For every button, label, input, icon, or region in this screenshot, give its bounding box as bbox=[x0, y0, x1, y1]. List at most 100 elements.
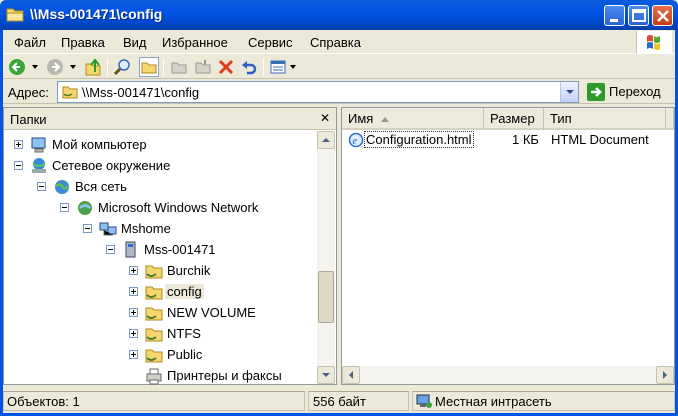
maximize-button[interactable] bbox=[628, 5, 649, 26]
folders-vertical-scrollbar[interactable] bbox=[317, 131, 335, 384]
column-header-type[interactable]: Тип bbox=[544, 108, 666, 130]
tree-item[interactable]: Принтеры и факсы bbox=[4, 366, 314, 386]
column-header-name[interactable]: Имя bbox=[342, 108, 484, 130]
title-bar: \\Mss-001471\config bbox=[0, 0, 678, 30]
entire-network-icon bbox=[53, 178, 71, 196]
forward-dropdown-icon[interactable] bbox=[70, 65, 76, 69]
collapse-icon[interactable] bbox=[14, 161, 23, 170]
tree-item-label: Mshome bbox=[121, 221, 171, 236]
expand-icon[interactable] bbox=[129, 266, 138, 275]
tree-item-label: Microsoft Windows Network bbox=[98, 200, 259, 215]
scroll-right-button[interactable] bbox=[656, 366, 674, 384]
expand-icon[interactable] bbox=[129, 287, 138, 296]
tree-item-label: Сетевое окружение bbox=[52, 158, 171, 173]
tree-item[interactable]: Mshome bbox=[4, 219, 314, 239]
status-size-pane: 556 байт bbox=[308, 391, 409, 411]
close-button[interactable] bbox=[652, 5, 673, 26]
collapse-icon[interactable] bbox=[60, 203, 69, 212]
address-dropdown-button[interactable] bbox=[560, 82, 578, 102]
search-icon[interactable] bbox=[113, 57, 133, 77]
undo-icon[interactable] bbox=[239, 57, 259, 77]
folders-title: Папки bbox=[10, 112, 47, 127]
tree-item[interactable]: Сетевое окружение bbox=[4, 156, 314, 176]
folder-icon bbox=[6, 6, 24, 22]
back-dropdown-icon[interactable] bbox=[32, 65, 38, 69]
files-horizontal-scrollbar[interactable] bbox=[342, 366, 674, 384]
expand-icon[interactable] bbox=[129, 350, 138, 359]
file-type: HTML Document bbox=[551, 132, 649, 147]
column-header-filler bbox=[666, 108, 674, 130]
printers-icon bbox=[145, 367, 163, 385]
collapse-icon[interactable] bbox=[106, 245, 115, 254]
windows-logo-icon bbox=[636, 31, 672, 54]
status-objects-pane: Объектов: 1 bbox=[3, 391, 305, 411]
go-arrow-icon bbox=[587, 83, 605, 101]
tree-item[interactable]: Мой компьютер bbox=[4, 135, 314, 155]
address-value[interactable]: \\Mss-001471\config bbox=[82, 85, 199, 100]
tree-item[interactable]: NTFS bbox=[4, 324, 314, 344]
tree-item[interactable]: Public bbox=[4, 345, 314, 365]
share-folder-icon bbox=[145, 346, 163, 364]
views-dropdown-icon[interactable] bbox=[290, 65, 296, 69]
share-folder-icon bbox=[62, 85, 78, 99]
file-name[interactable]: Configuration.html bbox=[364, 131, 474, 148]
workgroup-icon bbox=[99, 220, 117, 238]
address-bar: Адрес: \\Mss-001471\config Переход bbox=[3, 80, 675, 104]
file-size: 1 КБ bbox=[512, 132, 539, 147]
tree-item[interactable]: config bbox=[4, 282, 314, 302]
collapse-icon[interactable] bbox=[83, 224, 92, 233]
file-row[interactable]: e Configuration.html 1 КБ HTML Document bbox=[346, 131, 666, 149]
menu-file[interactable]: Файл bbox=[14, 35, 46, 50]
computer-icon bbox=[122, 241, 140, 259]
minimize-button[interactable] bbox=[604, 5, 625, 26]
tree-item-label: Mss-001471 bbox=[144, 242, 216, 257]
close-icon[interactable]: ✕ bbox=[318, 111, 332, 125]
window-title: \\Mss-001471\config bbox=[30, 6, 163, 22]
tree-item[interactable]: NEW VOLUME bbox=[4, 303, 314, 323]
expand-icon[interactable] bbox=[129, 308, 138, 317]
address-label: Адрес: bbox=[8, 85, 49, 100]
up-icon[interactable] bbox=[83, 57, 103, 77]
toolbar bbox=[3, 55, 675, 79]
scroll-left-button[interactable] bbox=[342, 366, 360, 384]
forward-icon[interactable] bbox=[45, 57, 65, 77]
share-folder-icon bbox=[145, 262, 163, 280]
tree-item[interactable]: Burchik bbox=[4, 261, 314, 281]
views-icon[interactable] bbox=[269, 57, 289, 77]
move-to-icon[interactable] bbox=[169, 57, 189, 77]
column-header-size[interactable]: Размер bbox=[484, 108, 544, 130]
network-places-icon bbox=[30, 157, 48, 175]
expand-icon[interactable] bbox=[14, 140, 23, 149]
tree-item[interactable]: Microsoft Windows Network bbox=[4, 198, 314, 218]
back-icon[interactable] bbox=[7, 57, 27, 77]
tree-item[interactable]: Mss-001471 bbox=[4, 240, 314, 260]
copy-to-icon[interactable] bbox=[193, 57, 213, 77]
tree-item-label: config bbox=[165, 284, 204, 299]
scroll-thumb[interactable] bbox=[318, 271, 334, 323]
svg-text:e: e bbox=[353, 136, 358, 147]
files-pane: Имя Размер Тип e Configuration.html 1 КБ… bbox=[341, 107, 675, 385]
menu-help[interactable]: Справка bbox=[310, 35, 361, 50]
share-folder-icon bbox=[145, 283, 163, 301]
scroll-up-button[interactable] bbox=[317, 131, 335, 149]
tree-item-label: Мой компьютер bbox=[52, 137, 147, 152]
menu-view[interactable]: Вид bbox=[123, 35, 147, 50]
tree-item-label: Вся сеть bbox=[75, 179, 127, 194]
menu-favorites[interactable]: Избранное bbox=[162, 35, 228, 50]
address-field[interactable]: \\Mss-001471\config bbox=[57, 81, 579, 103]
collapse-icon[interactable] bbox=[37, 182, 46, 191]
menu-edit[interactable]: Правка bbox=[61, 35, 105, 50]
folders-header: Папки ✕ bbox=[4, 108, 336, 130]
tree-item-label: NTFS bbox=[167, 326, 201, 341]
go-button[interactable]: Переход bbox=[585, 82, 673, 102]
folders-icon[interactable] bbox=[139, 57, 159, 77]
share-folder-icon bbox=[145, 325, 163, 343]
tree-item[interactable]: Вся сеть bbox=[4, 177, 314, 197]
delete-icon[interactable] bbox=[216, 57, 236, 77]
tree-item-label: Burchik bbox=[167, 263, 211, 278]
menu-tools[interactable]: Сервис bbox=[248, 35, 293, 50]
expand-icon[interactable] bbox=[129, 329, 138, 338]
scroll-down-button[interactable] bbox=[317, 366, 335, 384]
html-file-icon: e bbox=[348, 132, 364, 148]
status-bar: Объектов: 1 556 байт Местная интрасеть bbox=[3, 389, 675, 413]
